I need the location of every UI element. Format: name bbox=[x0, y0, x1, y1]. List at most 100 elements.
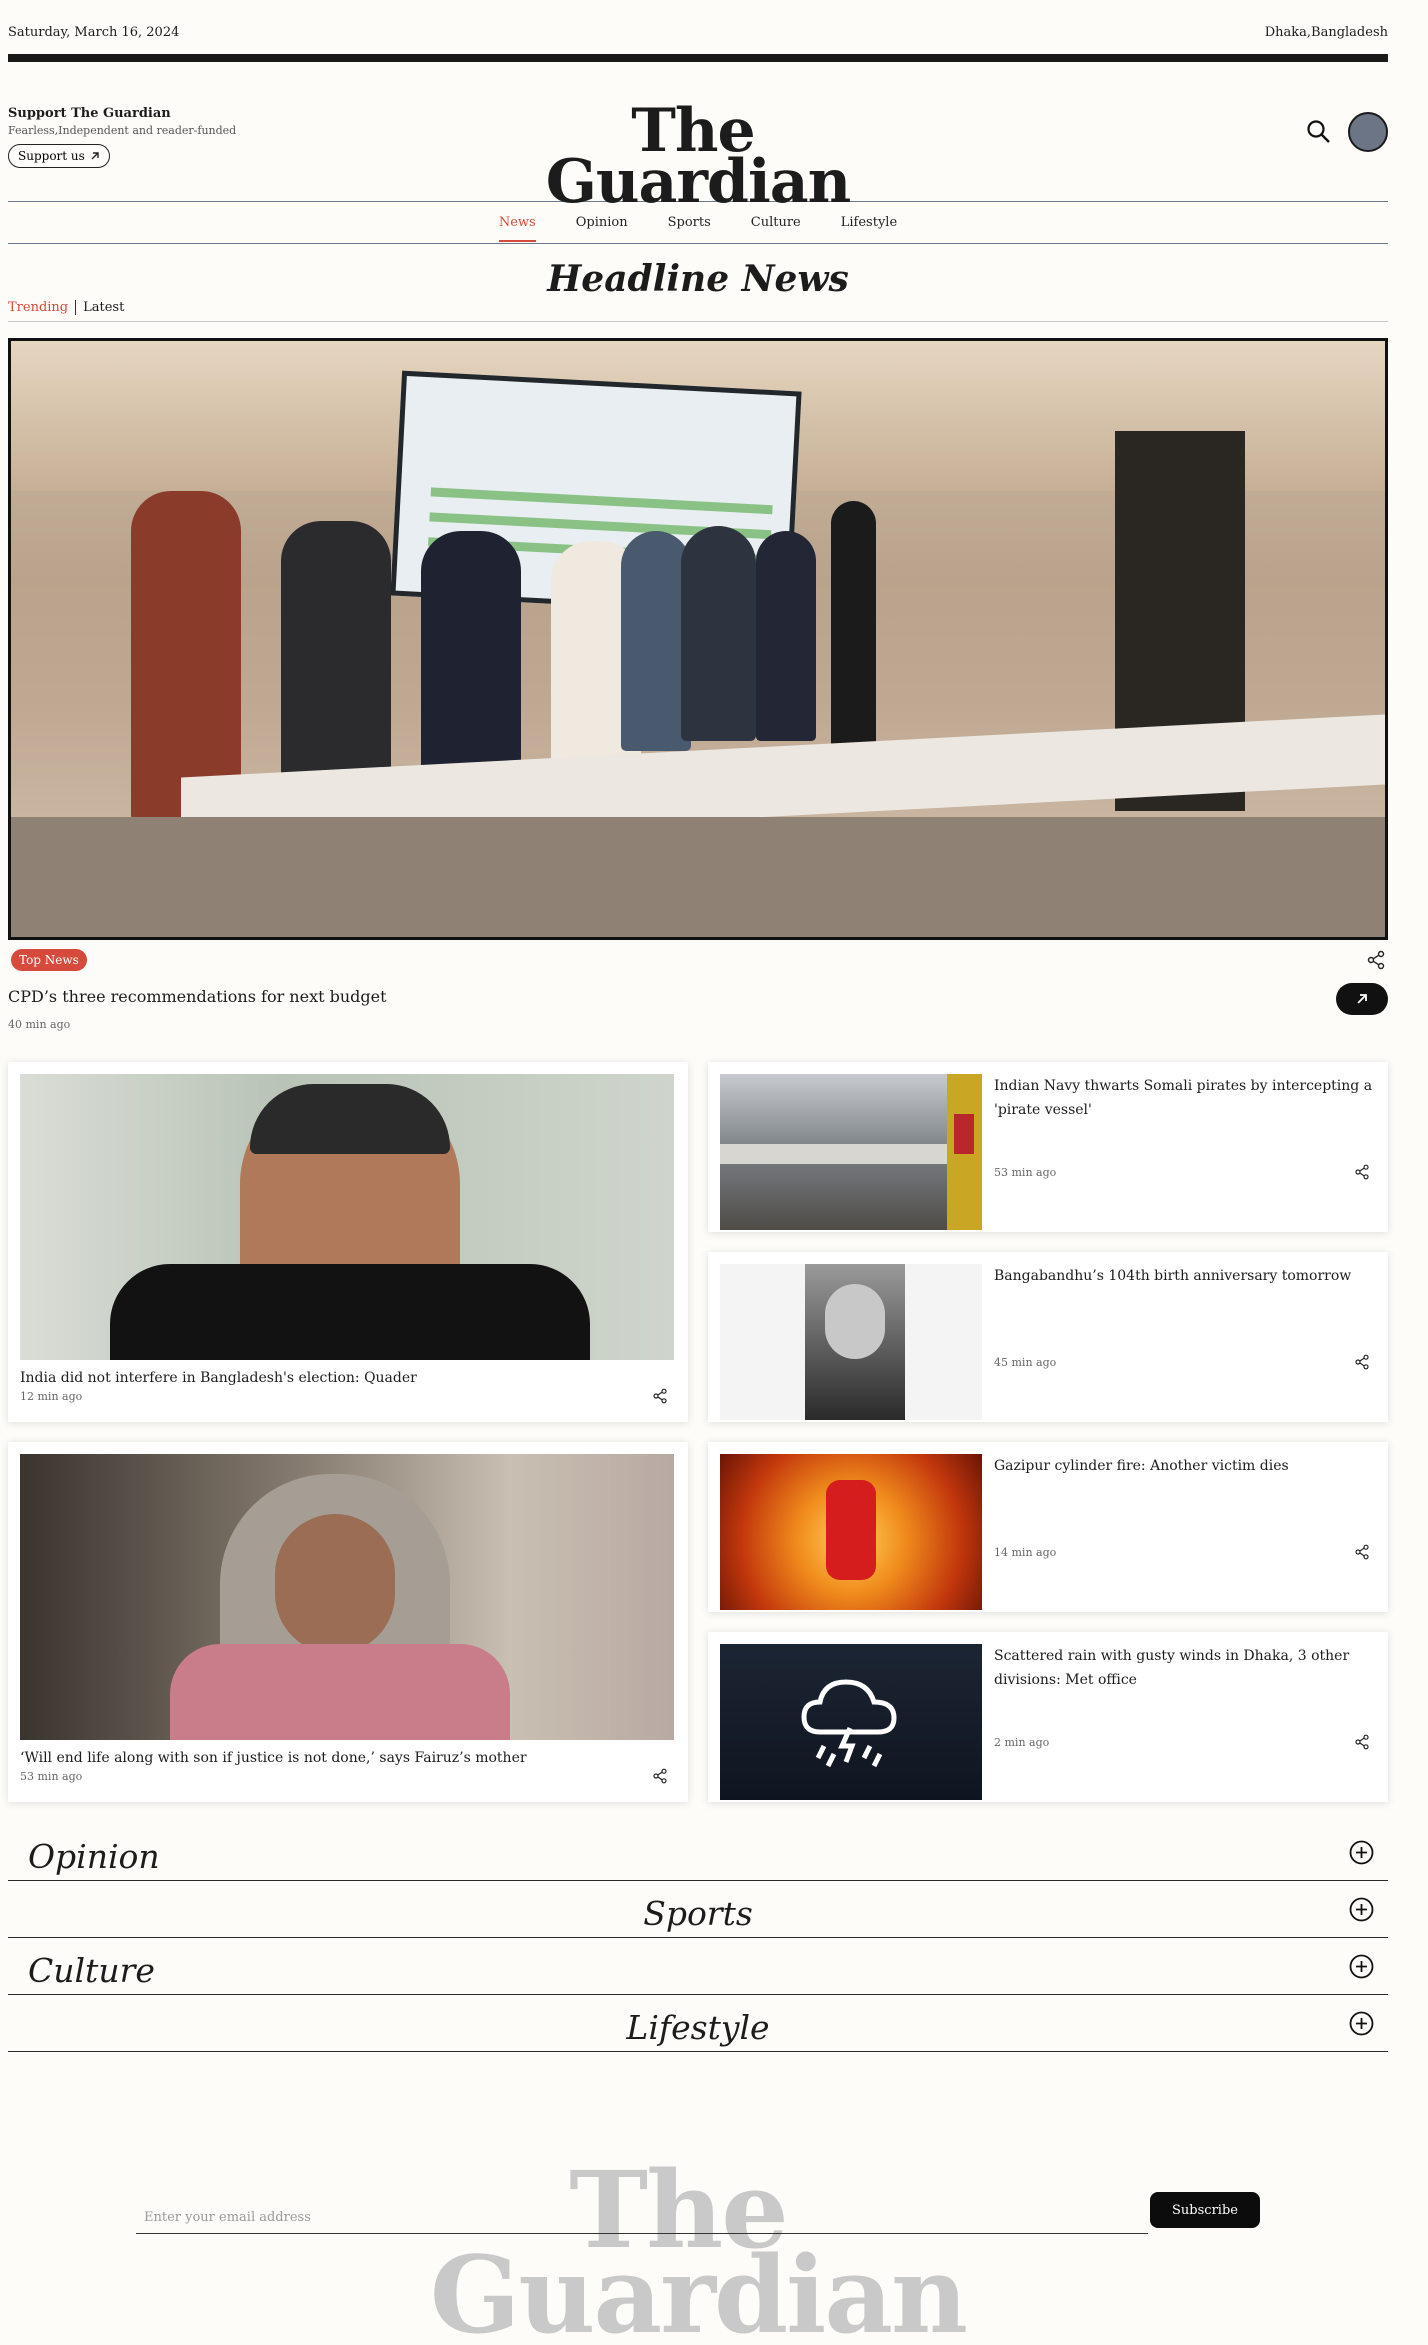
date-label: Saturday, March 16, 2024 bbox=[8, 24, 180, 40]
share-icon[interactable] bbox=[1354, 1544, 1370, 1560]
filter-divider bbox=[75, 300, 77, 315]
support-us-label: Support us bbox=[18, 149, 85, 163]
article-image bbox=[20, 1454, 674, 1740]
section-label: Lifestyle bbox=[626, 2008, 770, 2047]
hero-floor bbox=[11, 817, 1385, 937]
section-opinion[interactable]: Opinion bbox=[8, 1824, 1388, 1881]
avatar[interactable] bbox=[1348, 112, 1388, 152]
article-timestamp: 45 min ago bbox=[994, 1356, 1057, 1369]
open-article-button[interactable] bbox=[1336, 983, 1388, 1015]
article-card[interactable]: Gazipur cylinder fire: Another victim di… bbox=[708, 1442, 1388, 1612]
article-timestamp: 14 min ago bbox=[994, 1546, 1057, 1559]
section-culture[interactable]: Culture bbox=[8, 1938, 1388, 1995]
expand-plus-icon[interactable] bbox=[1349, 1954, 1374, 1979]
logo-line-2: Guardian bbox=[545, 147, 852, 217]
right-column: Indian Navy thwarts Somali pirates by in… bbox=[708, 1062, 1388, 1802]
footer-logo-line-2: Guardian bbox=[429, 2231, 968, 2345]
support-tagline: Fearless,Independent and reader-funded bbox=[8, 124, 237, 137]
article-image bbox=[720, 1454, 982, 1610]
article-title[interactable]: Gazipur cylinder fire: Another victim di… bbox=[994, 1454, 1376, 1478]
footer: The Guardian Subscribe bbox=[8, 2157, 1388, 2345]
article-title[interactable]: ‘Will end life along with son if justice… bbox=[20, 1750, 676, 1766]
hero-headline[interactable]: CPD’s three recommendations for next bud… bbox=[8, 987, 387, 1006]
share-icon[interactable] bbox=[1354, 1164, 1370, 1180]
article-image bbox=[720, 1264, 982, 1420]
filter-latest[interactable]: Latest bbox=[83, 300, 124, 315]
portrait-face bbox=[825, 1284, 885, 1359]
article-title[interactable]: Bangabandhu’s 104th birth anniversary to… bbox=[994, 1264, 1376, 1288]
article-timestamp: 53 min ago bbox=[994, 1166, 1057, 1179]
article-title[interactable]: Scattered rain with gusty winds in Dhaka… bbox=[994, 1644, 1376, 1692]
expand-plus-icon[interactable] bbox=[1349, 1840, 1374, 1865]
article-timestamp: 2 min ago bbox=[994, 1736, 1050, 1749]
top-rule bbox=[8, 54, 1388, 62]
share-icon[interactable] bbox=[1354, 1354, 1370, 1370]
headline-bar: Trending Latest Headline News bbox=[8, 244, 1388, 322]
section-label: Sports bbox=[643, 1894, 753, 1933]
site-logo[interactable]: The Guardian bbox=[545, 101, 852, 217]
portrait-face bbox=[275, 1514, 395, 1654]
article-card[interactable]: Bangabandhu’s 104th birth anniversary to… bbox=[708, 1252, 1388, 1422]
ship-flag-stripe bbox=[954, 1114, 974, 1154]
feed-filter: Trending Latest bbox=[8, 300, 124, 315]
nav-item-culture[interactable]: Culture bbox=[731, 215, 821, 230]
article-image bbox=[20, 1074, 674, 1360]
section-sports[interactable]: Sports bbox=[8, 1881, 1388, 1938]
expand-plus-icon[interactable] bbox=[1349, 1897, 1374, 1922]
article-card[interactable]: Indian Navy thwarts Somali pirates by in… bbox=[708, 1062, 1388, 1232]
masthead: Support The Guardian Fearless,Independen… bbox=[8, 62, 1388, 212]
ship-deck bbox=[720, 1144, 982, 1164]
share-icon[interactable] bbox=[1354, 1734, 1370, 1750]
top-news-badge[interactable]: Top News bbox=[11, 949, 87, 971]
portrait-jacket bbox=[110, 1264, 590, 1360]
support-us-button[interactable]: Support us bbox=[8, 144, 110, 168]
article-timestamp: 53 min ago bbox=[20, 1770, 83, 1783]
screen-bar bbox=[430, 487, 773, 515]
expand-plus-icon[interactable] bbox=[1349, 2011, 1374, 2036]
share-icon[interactable] bbox=[652, 1388, 668, 1404]
hero-image[interactable] bbox=[8, 338, 1388, 940]
article-timestamp: 12 min ago bbox=[20, 1390, 83, 1403]
section-label: Opinion bbox=[28, 1837, 160, 1876]
filter-trending[interactable]: Trending bbox=[8, 300, 68, 315]
section-accordions: Opinion Sports Culture Lifestyle bbox=[8, 1824, 1388, 2052]
portrait-dress bbox=[170, 1644, 510, 1740]
nav-item-lifestyle[interactable]: Lifestyle bbox=[821, 215, 917, 230]
nav-item-sports[interactable]: Sports bbox=[648, 215, 731, 230]
article-body: Indian Navy thwarts Somali pirates by in… bbox=[994, 1074, 1376, 1220]
email-field[interactable] bbox=[136, 2202, 1148, 2234]
article-card[interactable]: Scattered rain with gusty winds in Dhaka… bbox=[708, 1632, 1388, 1802]
arrow-up-right-icon bbox=[91, 152, 99, 160]
article-body: Scattered rain with gusty winds in Dhaka… bbox=[994, 1644, 1376, 1790]
hero-meta: Top News CPD’s three recommendations for… bbox=[8, 940, 1388, 1040]
hero-person bbox=[281, 521, 391, 781]
article-card[interactable]: ‘Will end life along with son if justice… bbox=[8, 1442, 688, 1802]
nav-item-opinion[interactable]: Opinion bbox=[556, 215, 648, 230]
hero-person bbox=[421, 531, 521, 781]
search-icon[interactable] bbox=[1306, 119, 1332, 145]
header-tools bbox=[1306, 112, 1388, 152]
article-title[interactable]: India did not interfere in Bangladesh's … bbox=[20, 1370, 676, 1386]
location-label: Dhaka,Bangladesh bbox=[1264, 24, 1388, 40]
article-card[interactable]: India did not interfere in Bangladesh's … bbox=[8, 1062, 688, 1422]
article-grid: India did not interfere in Bangladesh's … bbox=[8, 1062, 1388, 1802]
section-lifestyle[interactable]: Lifestyle bbox=[8, 1995, 1388, 2052]
top-strip: Saturday, March 16, 2024 Dhaka,Banglades… bbox=[8, 0, 1388, 54]
storm-cloud-icon bbox=[801, 1679, 897, 1768]
left-column: India did not interfere in Bangladesh's … bbox=[8, 1062, 688, 1802]
article-body: Bangabandhu’s 104th birth anniversary to… bbox=[994, 1264, 1376, 1410]
share-icon[interactable] bbox=[1366, 950, 1386, 970]
support-title: Support The Guardian bbox=[8, 106, 171, 121]
support-block: Support The Guardian Fearless,Independen… bbox=[8, 106, 236, 168]
section-label: Culture bbox=[28, 1951, 155, 1990]
hero-person bbox=[756, 531, 816, 741]
article-title[interactable]: Indian Navy thwarts Somali pirates by in… bbox=[994, 1074, 1376, 1122]
gas-cylinder bbox=[826, 1480, 876, 1580]
hero-person bbox=[681, 526, 756, 741]
article-image bbox=[720, 1644, 982, 1800]
subscribe-button[interactable]: Subscribe bbox=[1150, 2192, 1260, 2228]
arrow-up-right-icon bbox=[1357, 994, 1367, 1004]
share-icon[interactable] bbox=[652, 1768, 668, 1784]
nav-item-news[interactable]: News bbox=[479, 215, 556, 242]
hero-person bbox=[131, 491, 241, 821]
